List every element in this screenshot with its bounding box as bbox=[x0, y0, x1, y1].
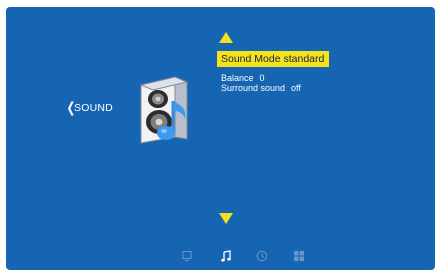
menu-item-label: Surround sound bbox=[221, 83, 286, 93]
menu-item-value: 0 bbox=[259, 73, 265, 83]
menu-item-sound-mode[interactable]: Sound Mode standard bbox=[217, 51, 330, 67]
tv-icon[interactable] bbox=[181, 250, 193, 262]
menu-item-value: standard bbox=[283, 53, 325, 65]
menu-item-balance[interactable]: Balance 0 bbox=[221, 73, 265, 83]
menu-item-surround-sound[interactable]: Surround sound off bbox=[221, 83, 301, 93]
menu-item-label: Balance bbox=[221, 73, 254, 83]
clock-icon[interactable] bbox=[256, 250, 268, 262]
scroll-up-arrow-icon[interactable] bbox=[219, 32, 233, 43]
grid-icon[interactable] bbox=[293, 250, 305, 262]
menu-item-value: off bbox=[291, 83, 301, 93]
music-note-icon[interactable] bbox=[220, 250, 232, 262]
tv-menu-screen: Sound Mode standard Balance 0 Surround so… bbox=[6, 7, 435, 270]
speaker-music-note-icon bbox=[139, 76, 189, 144]
page-title: SOUND bbox=[74, 102, 113, 114]
scroll-down-arrow-icon[interactable] bbox=[219, 213, 233, 224]
menu-item-label: Sound Mode bbox=[221, 53, 281, 65]
